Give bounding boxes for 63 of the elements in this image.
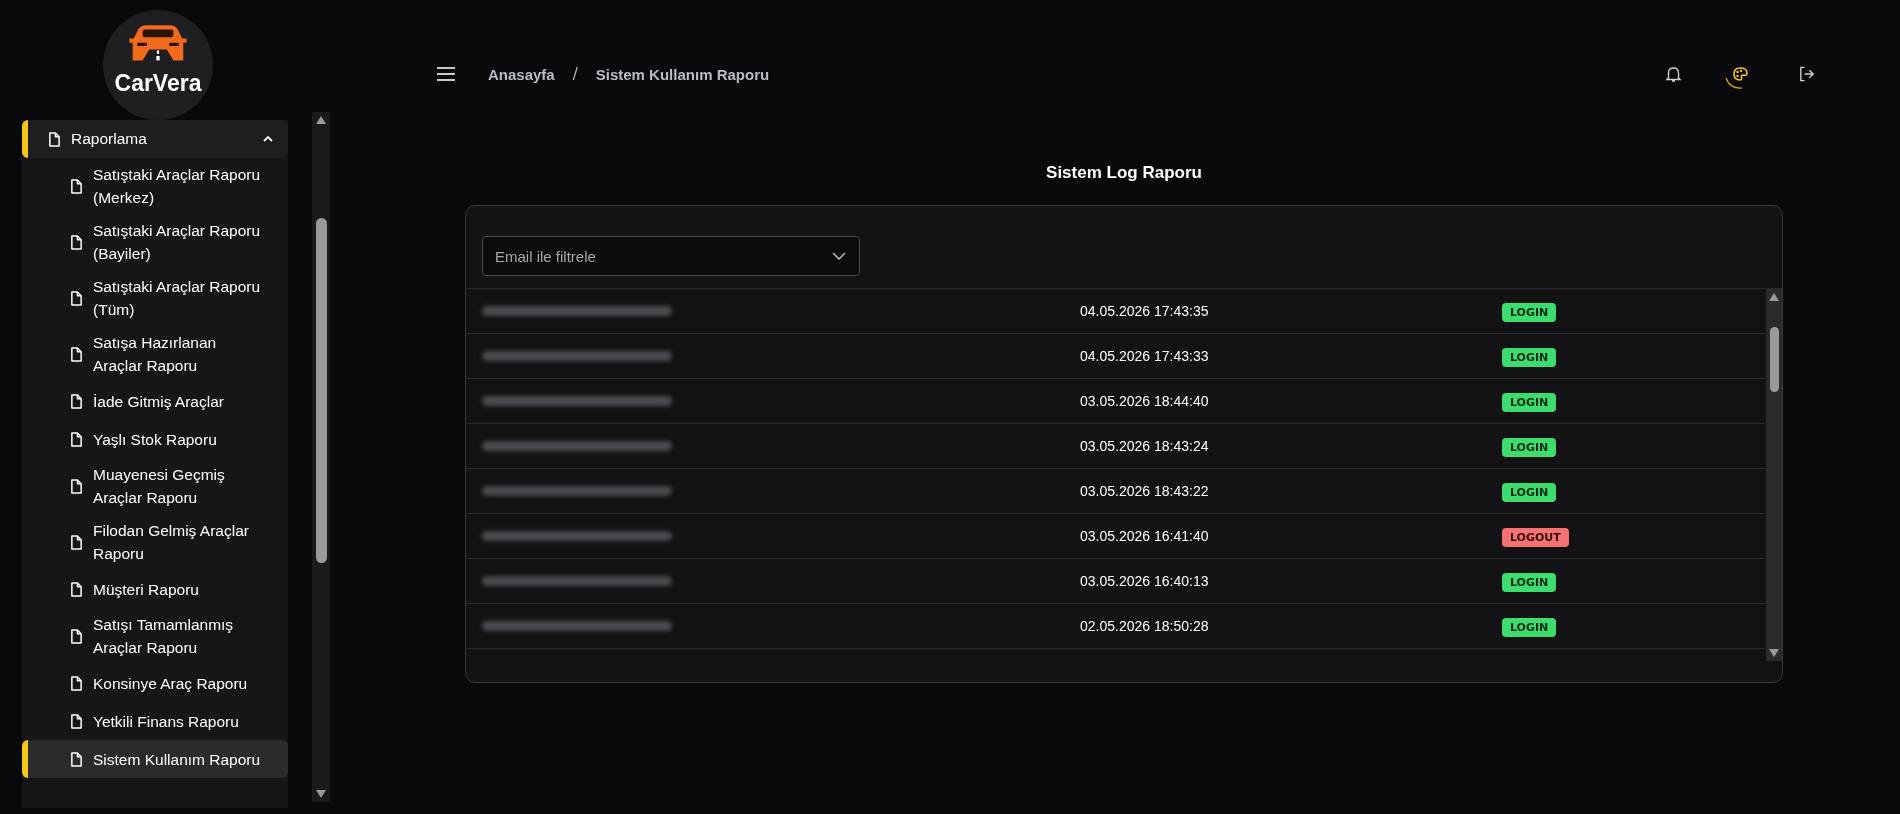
sidebar-item[interactable]: Satıştaki Araçlar Raporu (Tüm) bbox=[22, 270, 288, 326]
chevron-down-icon bbox=[832, 252, 846, 260]
brand-name: CarVera bbox=[114, 70, 202, 97]
email-filter-select[interactable]: Email ile filtrele bbox=[482, 236, 860, 276]
bell-icon[interactable] bbox=[1665, 65, 1682, 83]
sidebar-item[interactable]: Muayenesi Geçmiş Araçlar Raporu bbox=[22, 458, 288, 514]
page-title: Sistem Log Raporu bbox=[1045, 163, 1203, 183]
action-badge: LOGIN bbox=[1502, 392, 1557, 412]
scroll-up-icon[interactable] bbox=[1769, 293, 1779, 301]
table-cell-text: 03.05.2026 18:44:40 bbox=[1080, 393, 1210, 409]
scroll-thumb[interactable] bbox=[1769, 327, 1779, 392]
logout-icon[interactable] bbox=[1798, 65, 1815, 83]
breadcrumb-separator: / bbox=[572, 65, 578, 83]
table-cell-text: 04.05.2026 17:43:35 bbox=[1080, 303, 1210, 319]
document-icon bbox=[70, 346, 83, 362]
document-icon bbox=[70, 628, 83, 644]
document-icon bbox=[48, 131, 61, 147]
document-icon bbox=[70, 581, 83, 597]
scrollbar[interactable] bbox=[312, 112, 330, 802]
table-cell-text: 03.05.2026 18:43:24 bbox=[1080, 438, 1210, 454]
action-badge: LOGIN bbox=[1502, 302, 1557, 322]
document-icon bbox=[70, 751, 83, 767]
breadcrumb-link[interactable]: Anasayfa bbox=[488, 65, 555, 83]
action-badge: LOGIN bbox=[1502, 572, 1557, 592]
action-badge: LOGOUT bbox=[1502, 527, 1569, 547]
sidebar-item[interactable]: Yaşlı Stok Raporu bbox=[22, 420, 288, 458]
action-badge: LOGIN bbox=[1502, 482, 1557, 502]
sidebar-item[interactable]: Filodan Gelmiş Araçlar Raporu bbox=[22, 514, 288, 570]
scroll-down-icon[interactable] bbox=[1769, 649, 1779, 657]
sidebar-item[interactable]: Müşteri Raporu bbox=[22, 570, 288, 608]
document-icon bbox=[70, 178, 83, 194]
document-icon bbox=[70, 478, 83, 494]
table-cell-text: 03.05.2026 18:43:22 bbox=[1080, 483, 1210, 499]
document-icon bbox=[70, 431, 83, 447]
sidebar-item[interactable]: Sistem Kullanım Raporu bbox=[22, 740, 288, 778]
document-icon bbox=[70, 713, 83, 729]
chevron-up-icon[interactable] bbox=[262, 135, 274, 143]
table-cell-text: 03.05.2026 16:41:40 bbox=[1080, 528, 1210, 544]
document-icon bbox=[70, 290, 83, 306]
scrollbar[interactable] bbox=[1766, 289, 1782, 661]
breadcrumb-current: Sistem Kullanım Raporu bbox=[595, 65, 770, 83]
document-icon bbox=[70, 534, 83, 550]
table-cell-text: 02.05.2026 18:50:28 bbox=[1080, 618, 1210, 634]
scroll-thumb[interactable] bbox=[315, 218, 327, 563]
sidebar-item[interactable]: İade Gitmiş Araçlar bbox=[22, 382, 288, 420]
table-cell-text: 04.05.2026 17:43:33 bbox=[1080, 348, 1210, 364]
action-badge: LOGIN bbox=[1502, 347, 1557, 367]
document-icon bbox=[70, 234, 83, 250]
sidebar-group[interactable]: Raporlama bbox=[22, 120, 288, 158]
document-icon bbox=[70, 393, 83, 409]
sidebar-item[interactable]: Satıştaki Araçlar Raporu (Bayiler) bbox=[22, 214, 288, 270]
menu-icon[interactable] bbox=[436, 66, 456, 82]
sidebar-item[interactable]: Satışı Tamamlanmış Araçlar Raporu bbox=[22, 608, 288, 664]
table-cell-text: 03.05.2026 16:40:13 bbox=[1080, 573, 1210, 589]
document-icon bbox=[70, 675, 83, 691]
scroll-up-icon[interactable] bbox=[316, 116, 326, 124]
action-badge: LOGIN bbox=[1502, 437, 1557, 457]
scroll-down-icon[interactable] bbox=[316, 790, 326, 798]
action-badge: LOGIN bbox=[1502, 617, 1557, 637]
sidebar-item[interactable]: Satıştaki Araçlar Raporu (Merkez) bbox=[22, 158, 288, 214]
sidebar-item[interactable]: Satışa Hazırlanan Araçlar Raporu bbox=[22, 326, 288, 382]
sidebar-item[interactable]: Konsinye Araç Raporu bbox=[22, 664, 288, 702]
sidebar-item[interactable]: Yetkili Finans Raporu bbox=[22, 702, 288, 740]
